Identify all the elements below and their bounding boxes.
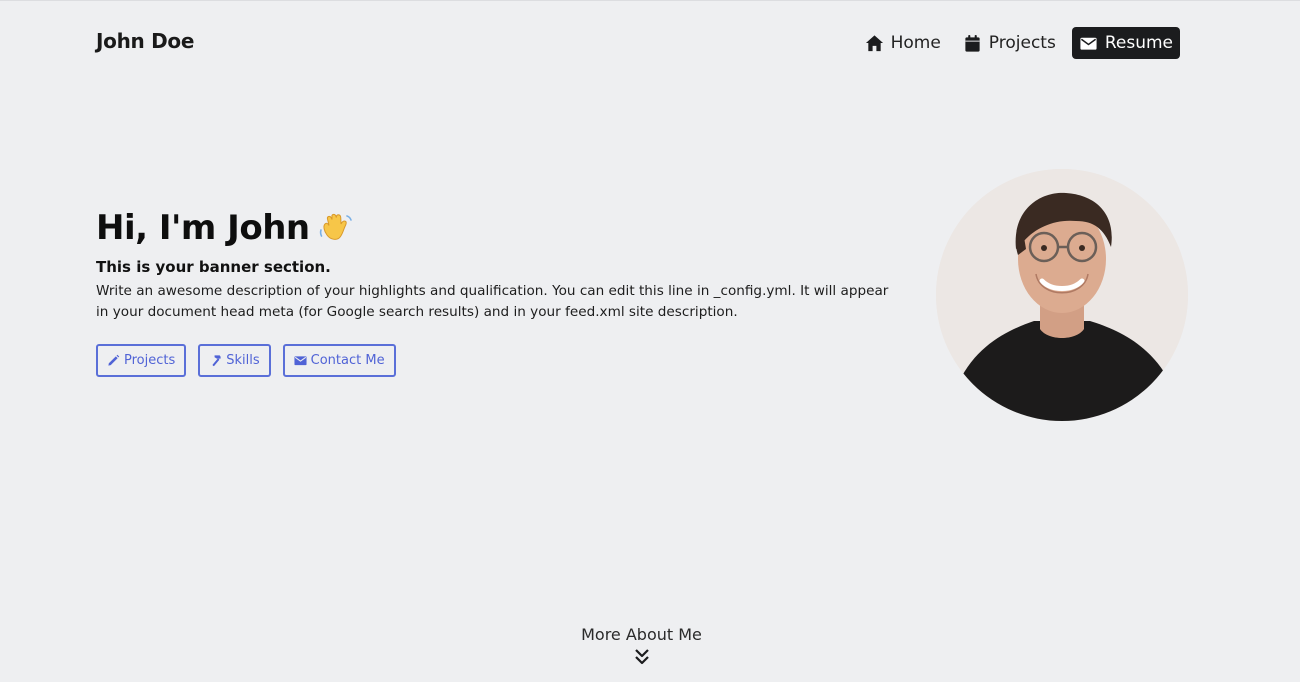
envelope-icon: [1079, 34, 1098, 53]
more-about-me-link[interactable]: More About Me: [0, 625, 1283, 644]
nav-projects[interactable]: Projects: [957, 27, 1062, 59]
hero-buttons: Projects Skills Contact Me: [96, 344, 396, 377]
envelope-icon: [294, 354, 307, 367]
top-divider: [0, 0, 1300, 1]
hero-subtitle: This is your banner section.: [96, 258, 331, 276]
projects-button-label: Projects: [124, 353, 176, 368]
hero-title: Hi, I'm John: [96, 208, 354, 248]
profile-avatar: [936, 169, 1188, 421]
nav-resume-label: Resume: [1104, 33, 1173, 53]
waving-hand-icon: [318, 210, 354, 246]
double-chevron-down-icon[interactable]: [634, 648, 650, 666]
nav-resume[interactable]: Resume: [1071, 27, 1180, 59]
brand-name[interactable]: John Doe: [96, 29, 194, 53]
contact-me-button-label: Contact Me: [310, 353, 385, 368]
hero-title-text: Hi, I'm John: [96, 208, 310, 248]
nav-home[interactable]: Home: [859, 27, 947, 59]
nav-projects-label: Projects: [988, 33, 1056, 53]
skills-button-label: Skills: [226, 353, 260, 368]
hero-description: Write an awesome description of your hig…: [96, 283, 889, 320]
projects-button[interactable]: Projects: [96, 344, 187, 377]
calendar-icon: [963, 34, 982, 53]
skills-button[interactable]: Skills: [198, 344, 271, 377]
main-nav: Home Projects Resume: [849, 27, 1180, 59]
home-icon: [865, 34, 884, 53]
pencil-icon: [107, 354, 120, 367]
contact-me-button[interactable]: Contact Me: [282, 344, 396, 377]
nav-home-label: Home: [890, 33, 941, 53]
hammer-icon: [209, 354, 222, 367]
